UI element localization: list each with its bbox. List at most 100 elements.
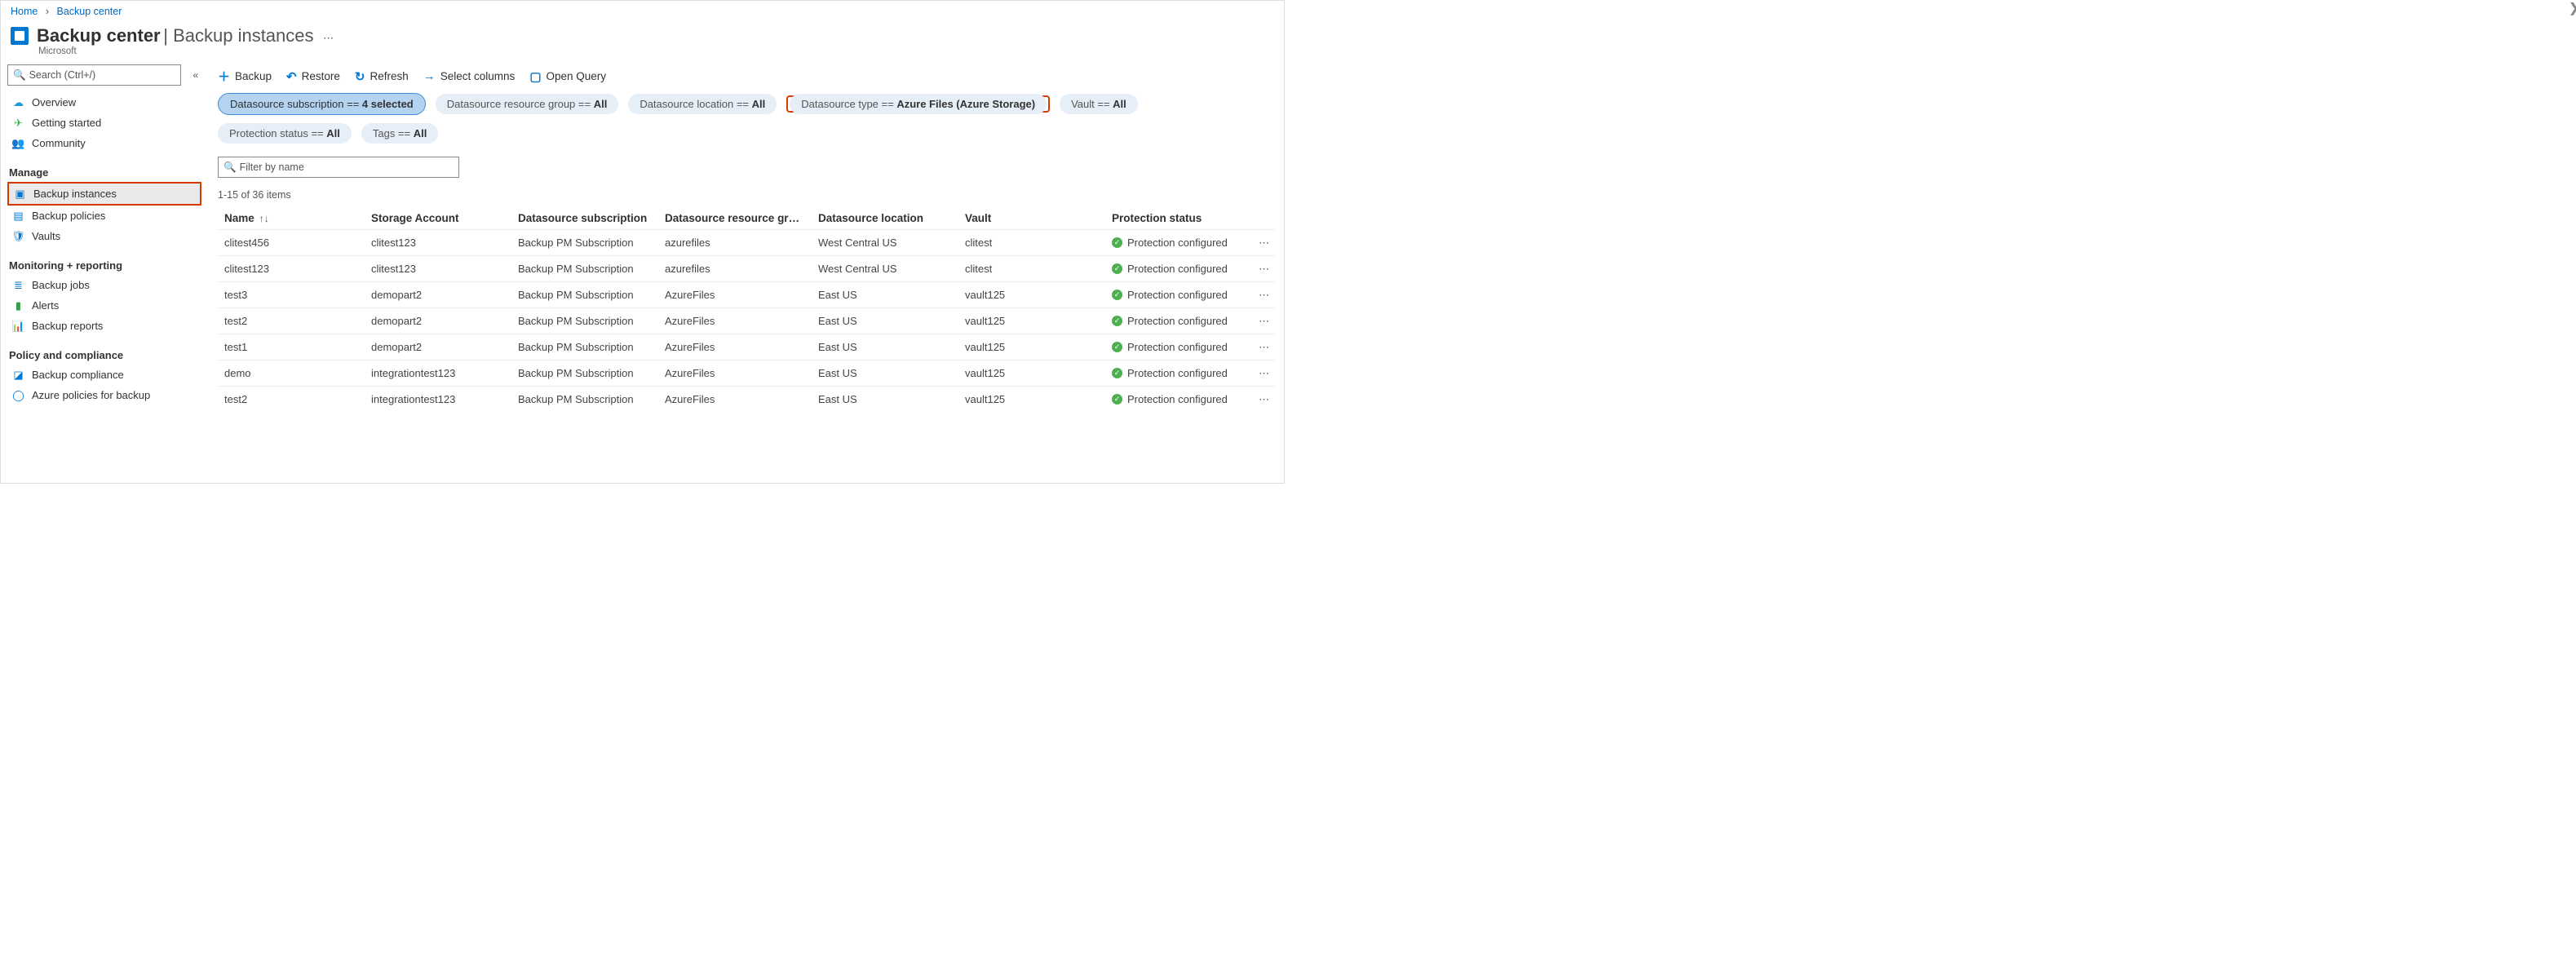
rocket-icon: ✈: [12, 117, 24, 129]
cell-vault: vault125: [965, 341, 1112, 353]
cell-subscription: Backup PM Subscription: [518, 237, 665, 249]
table-row[interactable]: test2integrationtest123Backup PM Subscri…: [218, 386, 1276, 412]
cell-name: test1: [224, 341, 371, 353]
sidebar-heading-policy: Policy and compliance: [7, 344, 201, 365]
sidebar-item-backup-jobs[interactable]: ≣ Backup jobs: [7, 275, 201, 295]
row-context-menu-button[interactable]: ⋯: [1259, 289, 1283, 302]
row-context-menu-button[interactable]: ⋯: [1259, 367, 1283, 380]
cell-location: East US: [818, 315, 965, 327]
backup-center-icon: [11, 27, 29, 45]
page-subtitle: | Backup instances: [163, 25, 313, 46]
cell-location: East US: [818, 393, 965, 405]
sidebar-item-azure-policies[interactable]: ◯ Azure policies for backup: [7, 385, 201, 405]
column-protection-status[interactable]: Protection status: [1112, 212, 1259, 224]
sidebar-item-overview[interactable]: ☁ Overview: [7, 92, 201, 113]
sidebar-item-label: Vaults: [32, 230, 60, 242]
row-context-menu-button[interactable]: ⋯: [1259, 393, 1283, 406]
row-context-menu-button[interactable]: ⋯: [1259, 237, 1283, 250]
success-icon: ✓: [1112, 368, 1122, 378]
search-input[interactable]: 🔍 Search (Ctrl+/): [7, 64, 181, 86]
toolbar: ＋Backup ↶Restore ↻Refresh →Select column…: [218, 64, 1276, 93]
pill-vault[interactable]: Vault == All: [1060, 94, 1138, 114]
filter-by-name-input[interactable]: 🔍 Filter by name: [218, 157, 459, 178]
compliance-icon: ◪: [12, 369, 24, 381]
pill-datasource-type[interactable]: Datasource type == Azure Files (Azure St…: [790, 94, 1047, 114]
cell-resource-group: AzureFiles: [665, 367, 818, 379]
sidebar-item-backup-reports[interactable]: 📊 Backup reports: [7, 316, 201, 336]
table-row[interactable]: test3demopart2Backup PM SubscriptionAzur…: [218, 281, 1276, 307]
table-row[interactable]: demointegrationtest123Backup PM Subscrip…: [218, 360, 1276, 386]
people-icon: 👥: [12, 137, 24, 149]
pill-datasource-location[interactable]: Datasource location == All: [628, 94, 777, 114]
cell-subscription: Backup PM Subscription: [518, 315, 665, 327]
cell-vault: vault125: [965, 315, 1112, 327]
policies-icon: ▤: [12, 210, 24, 222]
row-context-menu-button[interactable]: ⋯: [1259, 263, 1283, 276]
sidebar-item-label: Backup policies: [32, 210, 105, 222]
pill-tags[interactable]: Tags == All: [361, 123, 439, 144]
more-icon[interactable]: ⋯: [323, 32, 334, 44]
column-name[interactable]: Name↑↓: [224, 212, 371, 224]
row-context-menu-button[interactable]: ⋯: [1259, 341, 1283, 354]
overview-icon: ☁: [12, 96, 24, 108]
cell-protection-status: ✓Protection configured: [1112, 315, 1259, 327]
table-row[interactable]: clitest456clitest123Backup PM Subscripti…: [218, 229, 1276, 255]
column-storage-account[interactable]: Storage Account: [371, 212, 518, 224]
select-columns-button[interactable]: →Select columns: [423, 69, 516, 83]
cell-name: test2: [224, 315, 371, 327]
pill-datasource-subscription[interactable]: Datasource subscription == 4 selected: [218, 93, 426, 115]
sidebar-item-label: Azure policies for backup: [32, 389, 150, 401]
page-header: Backup center | Backup instances ⋯ ❯: [1, 22, 1284, 48]
column-location[interactable]: Datasource location: [818, 212, 965, 224]
open-query-button[interactable]: ▢Open Query: [529, 69, 606, 84]
sidebar: 🔍 Search (Ctrl+/) « ☁ Overview ✈ Getting…: [1, 61, 206, 483]
cell-subscription: Backup PM Subscription: [518, 393, 665, 405]
cell-vault: vault125: [965, 393, 1112, 405]
cell-vault: clitest: [965, 263, 1112, 275]
sidebar-heading-monitoring: Monitoring + reporting: [7, 254, 201, 275]
sidebar-item-alerts[interactable]: ▮ Alerts: [7, 295, 201, 316]
sidebar-item-backup-instances[interactable]: ▣ Backup instances: [9, 184, 200, 204]
cell-subscription: Backup PM Subscription: [518, 367, 665, 379]
cell-location: East US: [818, 341, 965, 353]
table-row[interactable]: clitest123clitest123Backup PM Subscripti…: [218, 255, 1276, 281]
cell-subscription: Backup PM Subscription: [518, 263, 665, 275]
row-context-menu-button[interactable]: ⋯: [1259, 315, 1283, 328]
pill-datasource-resource-group[interactable]: Datasource resource group == All: [436, 94, 619, 114]
column-resource-group[interactable]: Datasource resource gr…: [665, 212, 818, 224]
cell-resource-group: AzureFiles: [665, 289, 818, 301]
cell-name: clitest456: [224, 237, 371, 249]
cell-storage-account: clitest123: [371, 263, 518, 275]
highlight-datasource-type: Datasource type == Azure Files (Azure St…: [786, 95, 1050, 113]
refresh-button[interactable]: ↻Refresh: [355, 69, 409, 84]
column-vault[interactable]: Vault: [965, 212, 1112, 224]
backup-button[interactable]: ＋Backup: [218, 68, 272, 85]
restore-button[interactable]: ↶Restore: [286, 69, 340, 84]
breadcrumb-home[interactable]: Home: [11, 6, 38, 17]
sidebar-item-backup-policies[interactable]: ▤ Backup policies: [7, 206, 201, 226]
cell-storage-account: demopart2: [371, 289, 518, 301]
sidebar-item-backup-compliance[interactable]: ◪ Backup compliance: [7, 365, 201, 385]
cell-protection-status: ✓Protection configured: [1112, 263, 1259, 275]
chevron-right-icon[interactable]: ❯: [2569, 0, 2576, 16]
cell-protection-status: ✓Protection configured: [1112, 393, 1259, 405]
pill-protection-status[interactable]: Protection status == All: [218, 123, 352, 144]
cell-storage-account: demopart2: [371, 341, 518, 353]
instances-icon: ▣: [14, 188, 26, 200]
sidebar-item-community[interactable]: 👥 Community: [7, 133, 201, 153]
table-row[interactable]: test2demopart2Backup PM SubscriptionAzur…: [218, 307, 1276, 334]
table-row[interactable]: test1demopart2Backup PM SubscriptionAzur…: [218, 334, 1276, 360]
sidebar-item-vaults[interactable]: 🛡 Vaults: [7, 226, 201, 246]
cell-location: West Central US: [818, 263, 965, 275]
cell-resource-group: azurefiles: [665, 237, 818, 249]
column-subscription[interactable]: Datasource subscription: [518, 212, 665, 224]
sidebar-item-getting-started[interactable]: ✈ Getting started: [7, 113, 201, 133]
sidebar-item-label: Overview: [32, 96, 76, 108]
breadcrumb-current[interactable]: Backup center: [56, 6, 122, 17]
collapse-sidebar-button[interactable]: «: [189, 69, 201, 81]
success-icon: ✓: [1112, 316, 1122, 326]
cell-subscription: Backup PM Subscription: [518, 341, 665, 353]
backup-instances-table: Name↑↓ Storage Account Datasource subscr…: [218, 207, 1276, 412]
reports-icon: 📊: [12, 320, 24, 332]
success-icon: ✓: [1112, 394, 1122, 405]
